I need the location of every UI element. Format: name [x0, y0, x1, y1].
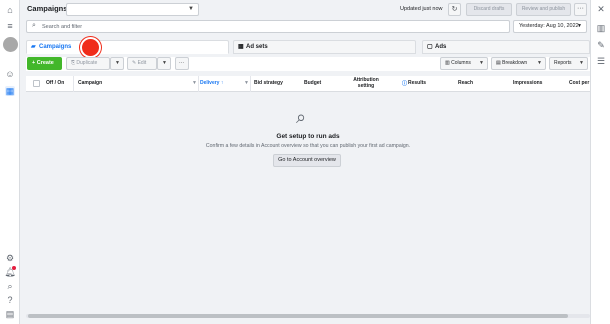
notification-badge [12, 266, 16, 270]
toolbar-more-button[interactable]: ··· [175, 57, 189, 70]
campaign-selector[interactable]: ▼ [66, 3, 199, 16]
tab-campaigns[interactable]: ▰ Campaigns [26, 40, 229, 54]
home-icon[interactable]: ⌂ [5, 5, 15, 15]
duplicate-label: Duplicate [76, 60, 98, 66]
tab-ad-sets[interactable]: ▦ Ad sets [233, 40, 416, 54]
create-button[interactable]: + Create [27, 57, 62, 70]
column-caret[interactable]: ▼ [192, 80, 197, 86]
avatar[interactable] [3, 37, 18, 52]
right-tool-rail: ✕ ▥ ✎ ☰ [590, 0, 610, 324]
cursor-indicator [80, 37, 101, 58]
horizontal-scrollbar[interactable] [26, 314, 590, 318]
breakdown-label: Breakdown [502, 60, 528, 66]
update-status: Updated just now [400, 6, 443, 12]
column-off-on[interactable]: Off / On [46, 80, 64, 86]
chevron-down-icon: ▼ [162, 60, 167, 66]
column-divider [198, 76, 199, 92]
chevron-down-icon: ▼ [188, 6, 194, 12]
chart-icon[interactable]: ▥ [596, 23, 606, 33]
empty-state: ⌕ Get setup to run ads Confirm a few det… [26, 93, 590, 311]
grid-icon[interactable]: ▦ [5, 86, 15, 96]
smile-icon[interactable]: ☺ [5, 69, 15, 79]
duplicate-dropdown[interactable]: ▼ [110, 57, 124, 70]
main-panel: Campaigns ▼ Updated just now ↻ Discard d… [20, 0, 590, 324]
chevron-down-icon: ▼ [537, 60, 542, 66]
gear-icon[interactable]: ⚙ [5, 253, 15, 263]
duplicate-button[interactable]: ⎘ Duplicate [66, 57, 110, 70]
ledger-icon[interactable]: ▤ [5, 309, 15, 319]
edit-button[interactable]: ✎ Edit [127, 57, 157, 70]
tab-ads[interactable]: ▢ Ads [422, 40, 590, 54]
column-delivery[interactable]: Delivery ↑ [200, 80, 223, 86]
reports-label: Reports [554, 60, 572, 66]
column-budget[interactable]: Budget [304, 80, 321, 86]
search-icon: ⌕ [32, 22, 36, 29]
search-placeholder: Search and filter [42, 24, 83, 30]
discard-drafts-button[interactable]: Discard drafts [466, 3, 512, 16]
folder-icon: ▰ [31, 44, 36, 50]
page-title: Campaigns [27, 4, 68, 13]
tab-label: Campaigns [39, 44, 72, 50]
date-range-button[interactable]: Yesterday: Aug 10, 2022 ▼ [513, 20, 587, 33]
date-range-label: Yesterday: Aug 10, 2022 [519, 23, 579, 29]
chevron-down-icon: ▼ [479, 60, 484, 66]
menu-icon[interactable]: ≡ [5, 21, 15, 31]
column-campaign[interactable]: Campaign [78, 80, 102, 86]
column-divider [250, 76, 251, 92]
help-icon[interactable]: ? [5, 295, 15, 305]
search-icon[interactable]: ⌕ [5, 281, 15, 291]
table-header: Off / On Campaign ▼ Delivery ↑ ▼ Bid str… [26, 76, 590, 92]
square-icon: ▢ [427, 44, 433, 50]
reports-button[interactable]: Reports ▼ [549, 57, 588, 70]
columns-label: Columns [451, 60, 471, 66]
breakdown-button[interactable]: ▤ Breakdown ▼ [491, 57, 546, 70]
grid-icon: ▦ [238, 44, 244, 50]
bell-icon[interactable]: 🔔︎ [4, 266, 16, 277]
column-attribution[interactable]: Attribution setting [352, 77, 380, 89]
select-all-checkbox[interactable] [33, 80, 40, 87]
account-overview-button[interactable]: Go to Account overview [273, 154, 341, 167]
sliders-icon[interactable]: ☰ [596, 56, 606, 66]
chevron-down-icon: ▼ [115, 60, 120, 66]
chevron-down-icon: ▼ [579, 60, 584, 66]
column-impressions[interactable]: Impressions [513, 80, 542, 86]
more-options-button[interactable]: ··· [574, 3, 587, 16]
columns-button[interactable]: ▥ Columns ▼ [440, 57, 488, 70]
review-publish-button[interactable]: Review and publish [516, 3, 571, 16]
pencil-icon[interactable]: ✎ [596, 40, 606, 50]
search-row: ⌕ Search and filter Yesterday: Aug 10, 2… [26, 20, 590, 33]
column-divider [73, 76, 74, 92]
edit-dropdown[interactable]: ▼ [157, 57, 171, 70]
refresh-icon: ↻ [451, 6, 458, 13]
column-bid-strategy[interactable]: Bid strategy [254, 80, 283, 86]
level-tabs: ▰ Campaigns ▦ Ad sets ▢ Ads [26, 37, 590, 58]
table-toolbar: + Create ⎘ Duplicate ▼ ✎ Edit ▼ ··· ▥ Co… [26, 57, 590, 71]
column-results[interactable]: Results [408, 80, 426, 86]
scrollbar-thumb[interactable] [28, 314, 568, 318]
column-reach[interactable]: Reach [458, 80, 473, 86]
top-bar: Campaigns ▼ Updated just now ↻ Discard d… [20, 0, 590, 19]
tab-label: Ad sets [246, 44, 268, 50]
close-icon[interactable]: ✕ [596, 4, 606, 14]
empty-state-title: Get setup to run ads [276, 133, 340, 140]
left-navigation-rail: ⌂ ≡ ☺ ▦ ⚙ 🔔︎ ⌕ ? ▤ [0, 0, 20, 324]
refresh-button[interactable]: ↻ [448, 3, 461, 16]
edit-label: Edit [137, 60, 147, 66]
tab-label: Ads [435, 44, 447, 50]
column-cost-per[interactable]: Cost per [569, 80, 589, 86]
search-input[interactable]: ⌕ Search and filter [26, 20, 510, 33]
empty-state-subtitle: Confirm a few details in Account overvie… [205, 143, 411, 149]
magnifier-icon: ⌕ [296, 107, 307, 127]
column-caret[interactable]: ▼ [244, 80, 249, 86]
info-icon: ⓘ [402, 81, 408, 87]
chevron-down-icon: ▼ [577, 23, 582, 29]
